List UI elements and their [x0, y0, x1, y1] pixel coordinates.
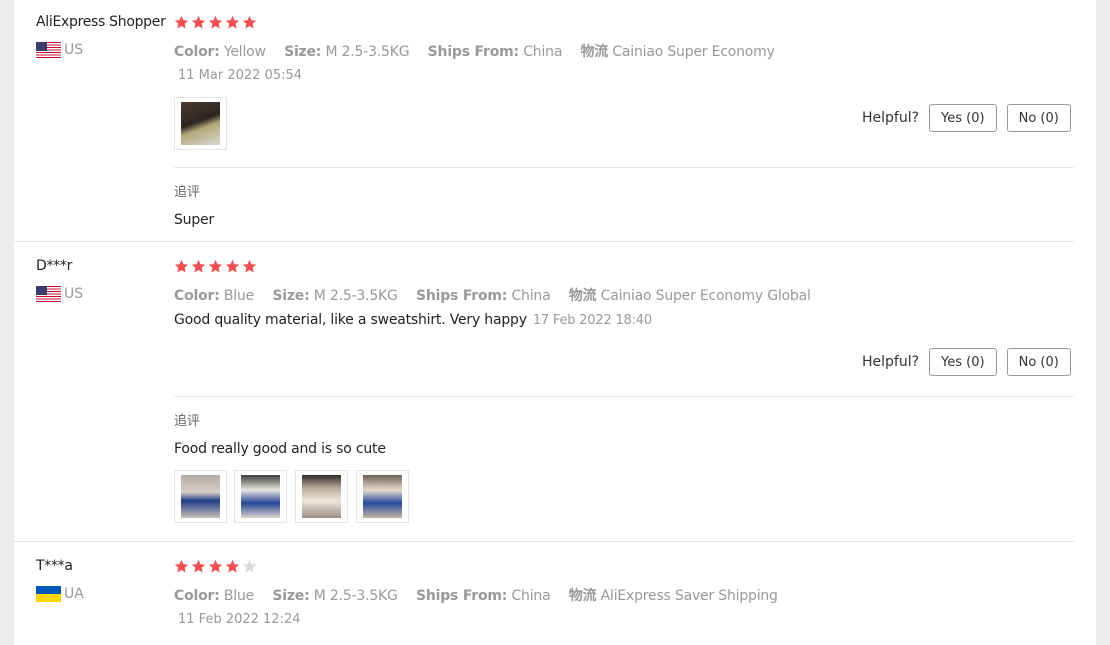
helpful-yes-button[interactable]: Yes (0) — [929, 348, 997, 376]
ships-from-label: Ships From: — [415, 288, 508, 304]
followup-label: 追评 — [174, 185, 201, 200]
review-date: 17 Feb 2022 18:40 — [532, 313, 652, 328]
star-rating — [174, 559, 257, 574]
star-filled-icon — [191, 259, 206, 273]
logistics-value: Cainiao Super Economy Global — [600, 288, 811, 304]
color-value: Yellow — [223, 44, 266, 60]
country-code: US — [64, 42, 84, 58]
star-filled-icon — [174, 15, 189, 29]
star-filled-icon — [191, 559, 206, 573]
review-text: Good quality material, like a sweatshirt… — [174, 312, 527, 328]
logistics-value: Cainiao Super Economy — [612, 44, 775, 60]
helpful-label: Helpful? — [862, 110, 920, 126]
review-attributes: Color: Yellow Size: M 2.5-3.5KG Ships Fr… — [174, 41, 789, 61]
color-label: Color: — [174, 288, 220, 304]
star-rating — [174, 15, 257, 30]
reviewer-country: US — [36, 42, 83, 58]
logistics-value: AliExpress Saver Shipping — [600, 588, 778, 604]
star-filled-icon — [208, 559, 223, 573]
helpful-no-button[interactable]: No (0) — [1006, 104, 1071, 132]
size-label: Size: — [272, 288, 310, 304]
review-divider — [14, 541, 1074, 542]
review-date: 11 Feb 2022 12:24 — [178, 612, 301, 627]
divider — [174, 167, 1074, 168]
helpful-vote: Helpful? Yes (0) No (0) — [862, 104, 1071, 132]
color-value: Blue — [223, 288, 255, 304]
review-photo[interactable] — [295, 470, 348, 523]
country-code: US — [64, 286, 84, 302]
helpful-yes-button[interactable]: Yes (0) — [929, 104, 997, 132]
size-value: M 2.5-3.5KG — [325, 44, 410, 60]
review-photo[interactable] — [356, 470, 409, 523]
ships-from-label: Ships From: — [415, 588, 508, 604]
scrollbar[interactable] — [1096, 0, 1110, 645]
logistics-label: 物流 — [568, 588, 597, 604]
star-filled-icon — [208, 259, 223, 273]
review-divider — [14, 241, 1074, 242]
review-date: 11 Mar 2022 05:54 — [178, 68, 303, 83]
logistics-label: 物流 — [568, 288, 597, 304]
star-filled-icon — [191, 15, 206, 29]
ships-from-value: China — [523, 44, 563, 60]
star-filled-icon — [242, 15, 257, 29]
ships-from-value: China — [511, 588, 551, 604]
followup-text: Super — [174, 212, 215, 228]
color-value: Blue — [223, 588, 255, 604]
color-label: Color: — [174, 588, 220, 604]
reviewer-name: D***r — [36, 258, 73, 274]
us-flag-icon — [36, 42, 61, 58]
reviewer-country: UA — [36, 586, 84, 602]
star-filled-icon — [242, 259, 257, 273]
review-attributes: Color: Blue Size: M 2.5-3.5KG Ships From… — [174, 285, 825, 305]
star-rating — [174, 259, 257, 274]
reviewer-name: AliExpress Shopper — [36, 14, 166, 30]
ships-from-label: Ships From: — [427, 44, 519, 60]
color-label: Color: — [174, 44, 220, 60]
size-label: Size: — [284, 44, 322, 60]
review-text-row: Good quality material, like a sweatshirt… — [174, 312, 652, 328]
review-photo[interactable] — [234, 470, 287, 523]
review-attributes: Color: Blue Size: M 2.5-3.5KG Ships From… — [174, 585, 792, 605]
ua-flag-icon — [36, 586, 61, 602]
reviewer-country: US — [36, 286, 83, 302]
followup-label: 追评 — [174, 414, 201, 429]
us-flag-icon — [36, 286, 61, 302]
size-label: Size: — [272, 588, 310, 604]
star-filled-icon — [225, 15, 240, 29]
helpful-no-button[interactable]: No (0) — [1006, 348, 1071, 376]
star-filled-icon — [208, 15, 223, 29]
followup-text: Food really good and is so cute — [174, 441, 386, 457]
review-photo[interactable] — [174, 470, 227, 523]
review-photo[interactable] — [174, 97, 227, 150]
size-value: M 2.5-3.5KG — [313, 288, 398, 304]
star-filled-icon — [225, 559, 240, 573]
country-code: UA — [64, 586, 84, 602]
reviews-panel: AliExpress Shopper US Color: Yellow Size… — [14, 0, 1096, 645]
divider — [174, 396, 1074, 397]
logistics-label: 物流 — [580, 44, 609, 60]
helpful-label: Helpful? — [862, 354, 920, 370]
star-filled-icon — [174, 559, 189, 573]
reviewer-name: T***a — [36, 558, 73, 574]
star-filled-icon — [225, 259, 240, 273]
helpful-vote: Helpful? Yes (0) No (0) — [862, 348, 1071, 376]
ships-from-value: China — [511, 288, 551, 304]
star-filled-icon — [174, 259, 189, 273]
star-empty-icon — [242, 559, 257, 573]
size-value: M 2.5-3.5KG — [313, 588, 398, 604]
